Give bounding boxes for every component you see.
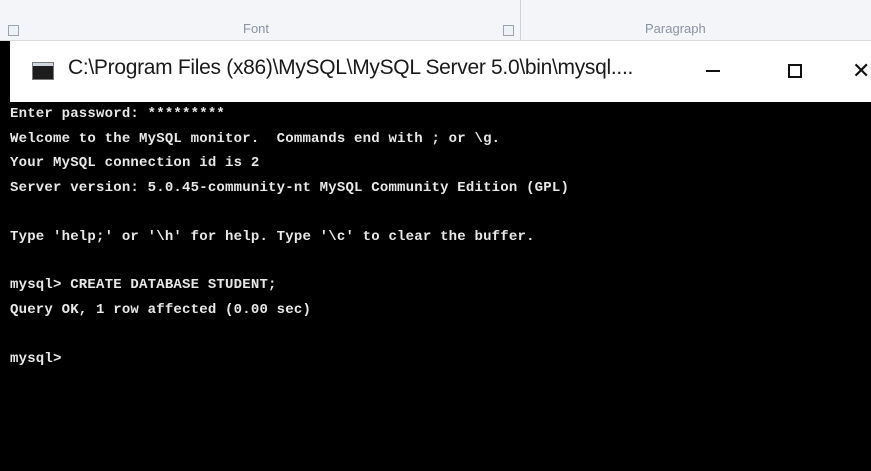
console-line-command: mysql> CREATE DATABASE STUDENT; — [10, 277, 277, 293]
close-button[interactable]: ✕ — [852, 51, 871, 91]
ribbon-group-font: Font — [0, 0, 521, 40]
close-icon: ✕ — [852, 58, 871, 83]
console-line-connection-id: Your MySQL connection id is 2 — [10, 155, 260, 171]
console-line-server-version: Server version: 5.0.45-community-nt MySQ… — [10, 180, 570, 196]
maximize-button[interactable] — [772, 51, 818, 91]
minimize-icon — [706, 70, 720, 72]
console-line-help-hint: Type 'help;' or '\h' for help. Type '\c'… — [10, 229, 535, 245]
console-title-bar[interactable]: C:\Program Files (x86)\MySQL\MySQL Serve… — [10, 40, 871, 103]
console-line-query-result: Query OK, 1 row affected (0.00 sec) — [10, 302, 312, 318]
console-line-password: Enter password: ********* — [10, 106, 226, 122]
minimize-button[interactable] — [690, 51, 736, 91]
ribbon-group-label-font: Font — [243, 21, 270, 36]
word-ribbon-background: Font Paragraph — [0, 0, 871, 41]
console-prompt[interactable]: mysql> — [10, 351, 62, 367]
console-line-welcome: Welcome to the MySQL monitor. Commands e… — [10, 131, 501, 147]
console-output[interactable]: Enter password: ********* Welcome to the… — [10, 102, 871, 471]
window-title: C:\Program Files (x86)\MySQL\MySQL Serve… — [68, 56, 634, 79]
font-dialog-launcher-icon[interactable] — [503, 25, 514, 36]
console-app-icon[interactable] — [32, 62, 54, 80]
ribbon-group-paragraph: Paragraph — [520, 0, 871, 40]
maximize-icon — [788, 64, 802, 78]
ribbon-group-label-paragraph: Paragraph — [645, 21, 706, 36]
dialog-launcher-icon[interactable] — [8, 25, 19, 36]
